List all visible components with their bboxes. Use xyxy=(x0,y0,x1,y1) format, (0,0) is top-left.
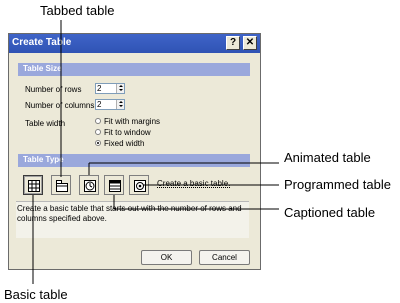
callout-leader-lines xyxy=(32,20,279,284)
